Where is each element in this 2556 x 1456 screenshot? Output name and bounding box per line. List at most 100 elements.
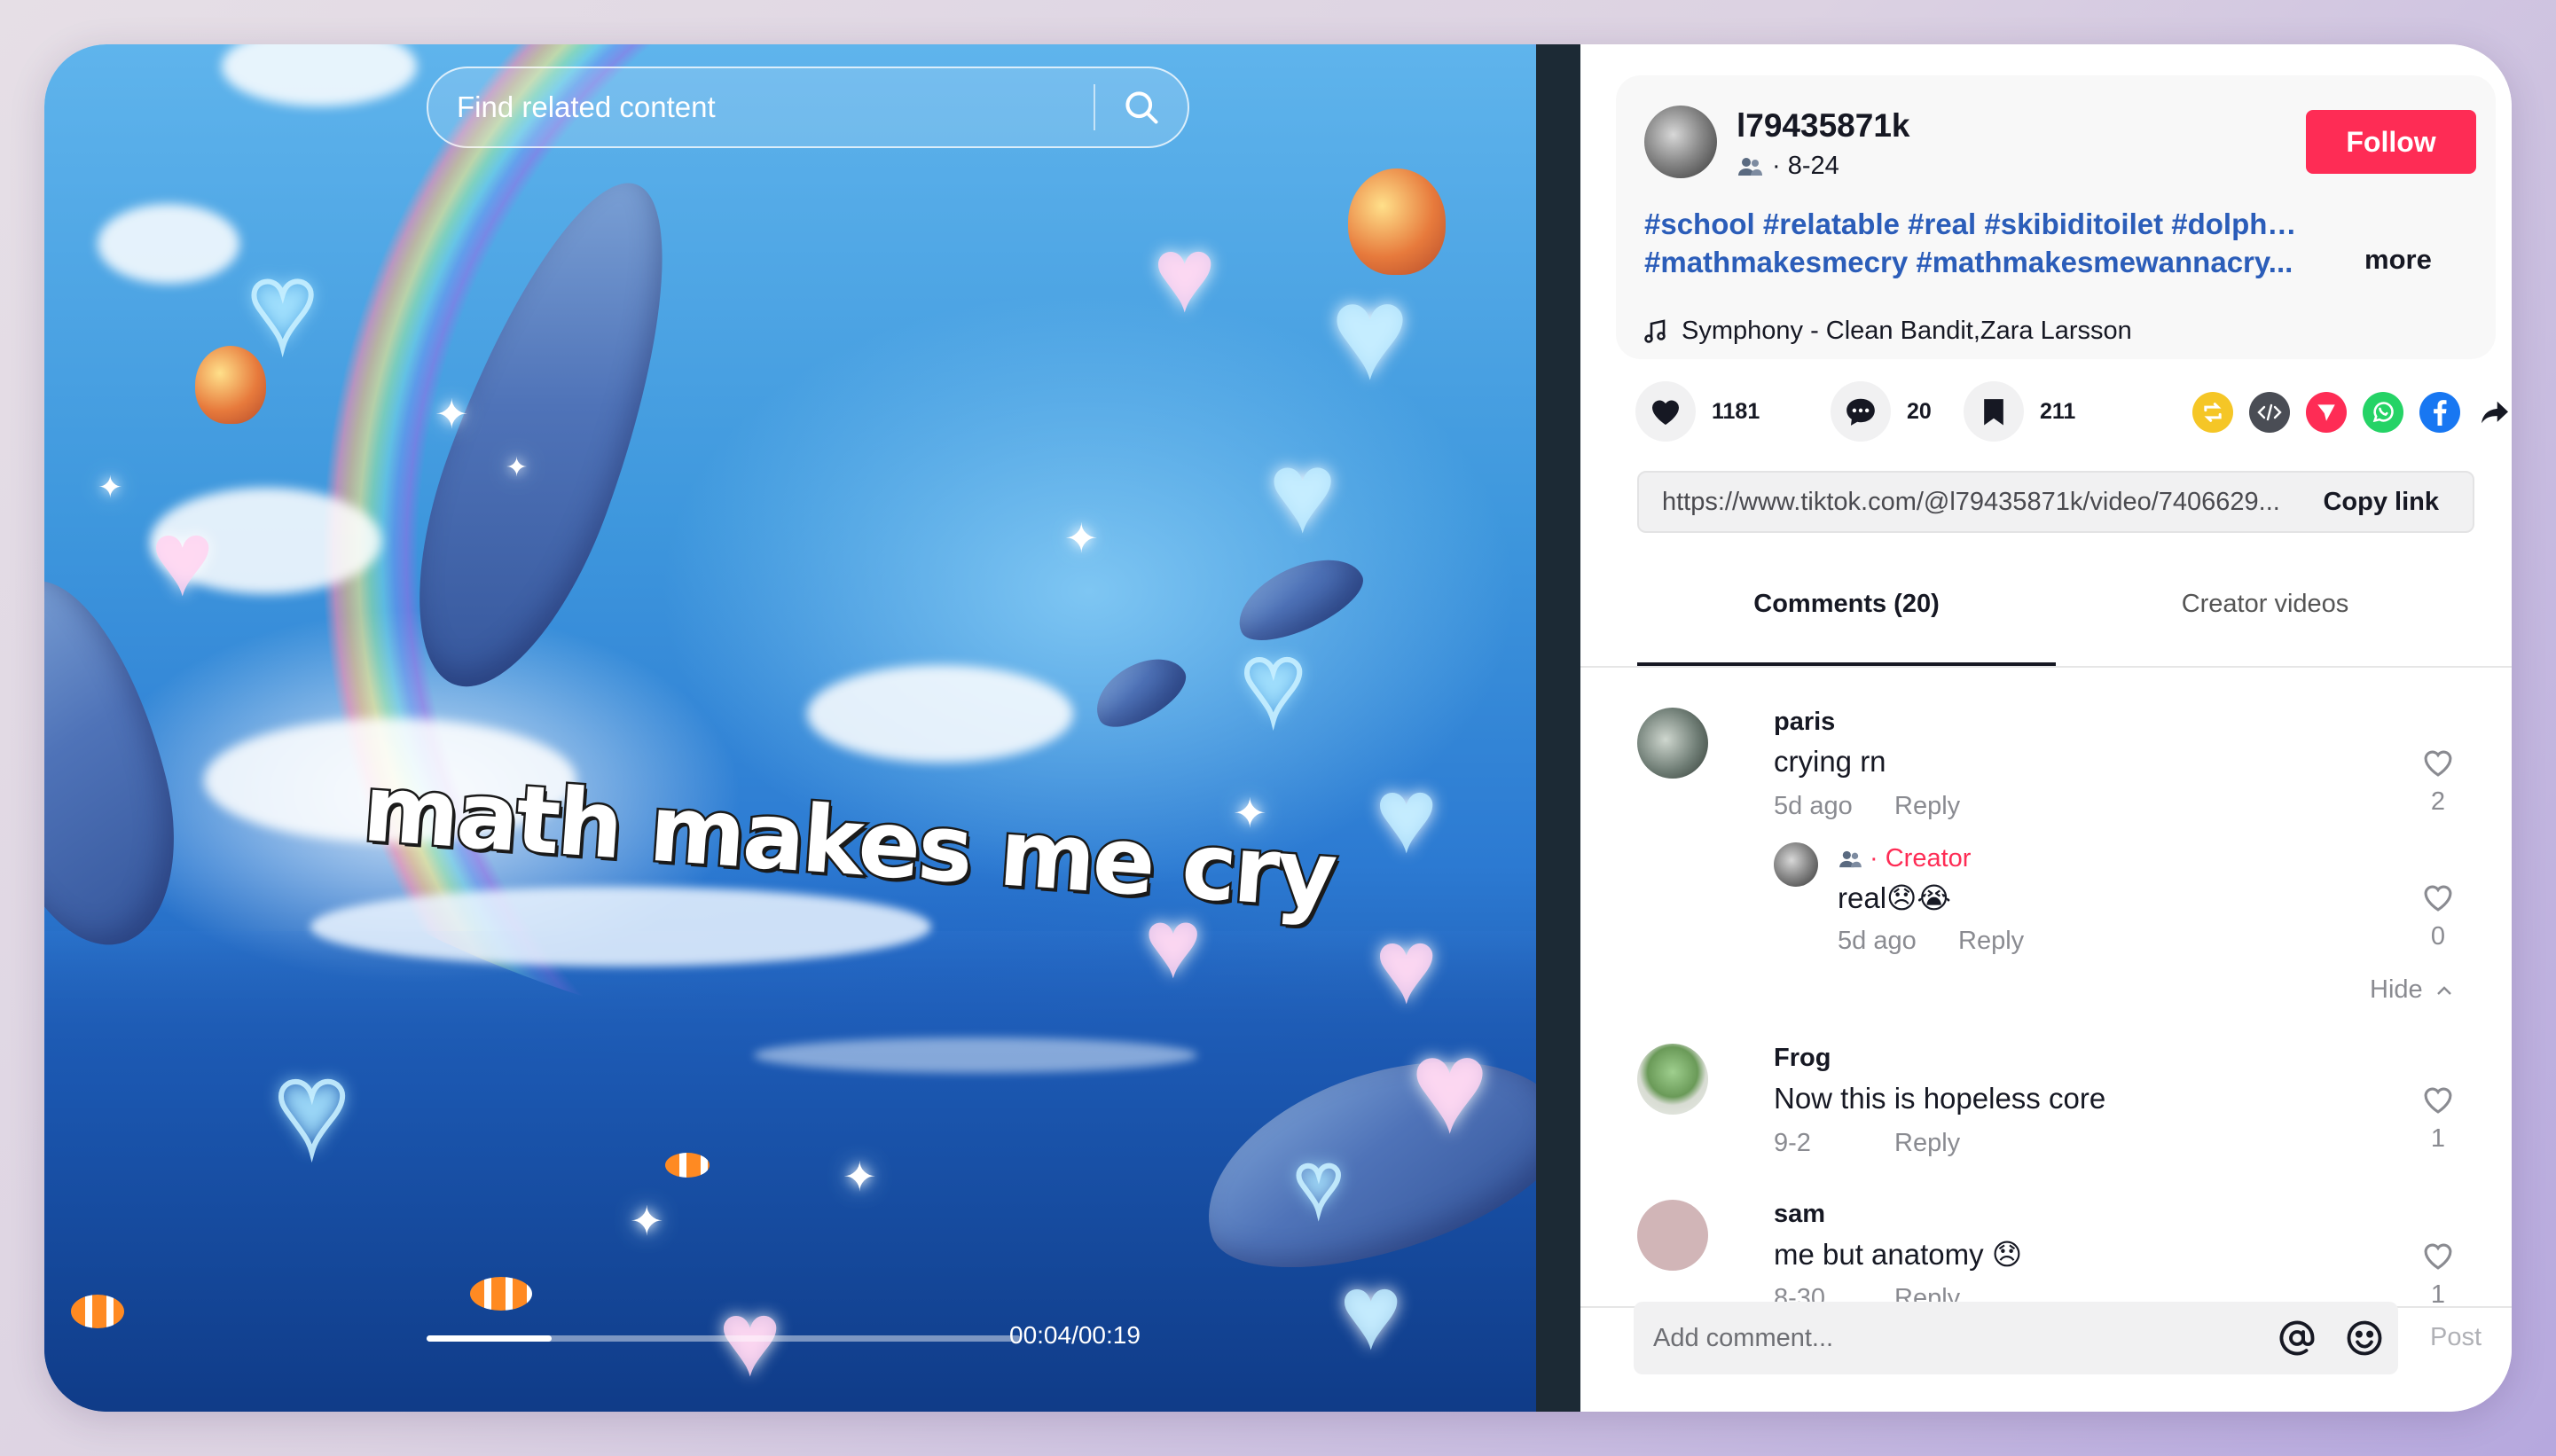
at-icon (2279, 1320, 2315, 1356)
search-input[interactable]: Find related content (428, 90, 1094, 124)
avatar[interactable] (1637, 1044, 1708, 1115)
wave-foam (754, 1037, 1197, 1073)
comment-like-button[interactable]: 1 (2416, 1084, 2460, 1154)
video-progress-fill (427, 1335, 552, 1342)
author-meta: · 8-24 (1737, 152, 1839, 181)
reply-button[interactable]: Reply (1958, 927, 2024, 956)
comment-like-count: 0 (2430, 922, 2446, 951)
comment-text: me but anatomy 😞 (1774, 1238, 2023, 1271)
sparkle-decoration: ✦ (506, 453, 529, 482)
video-time: 00:04/00:19 (1009, 1321, 1141, 1349)
friends-icon (1738, 157, 1762, 176)
video-url[interactable]: https://www.tiktok.com/@l79435871k/video… (1639, 488, 2287, 517)
save-button[interactable] (1964, 381, 2024, 442)
share-arrow-icon (2482, 401, 2508, 424)
sparkle-decoration: ✦ (435, 391, 469, 437)
video-info-card: l79435871k · 8-24 Follow #school #relata… (1616, 75, 2496, 359)
emoji-icon (2347, 1320, 2382, 1356)
heart-decoration: ♥ (151, 499, 215, 618)
heart-decoration: ♥ (1339, 1253, 1403, 1372)
hide-label[interactable]: Hide (2370, 975, 2423, 1005)
copy-link-button[interactable]: Copy link (2287, 488, 2473, 517)
avatar[interactable] (1774, 842, 1818, 887)
more-share-button[interactable] (2474, 392, 2512, 433)
hashtags-line[interactable]: #mathmakesmecry #mathmakesmewannacry... (1644, 243, 2301, 281)
heart-decoration: ♥ (1153, 215, 1217, 334)
related-search-bar[interactable]: Find related content (427, 67, 1189, 148)
video-progress-bar[interactable] (427, 1335, 1021, 1342)
heart-decoration: ♥ (1239, 623, 1307, 742)
comment-like-button[interactable]: 1 (2416, 1241, 2460, 1308)
comment-text: crying rn (1774, 745, 1886, 778)
music-title[interactable]: Symphony - Clean Bandit,Zara Larsson (1682, 317, 2132, 346)
active-tab-indicator (1637, 662, 2056, 666)
comment-author[interactable]: paris (1774, 708, 1835, 737)
comment-like-count: 1 (2430, 1280, 2446, 1308)
avatar[interactable] (1637, 1200, 1708, 1271)
comment-composer: Add comment... (1634, 1302, 2398, 1374)
search-button[interactable] (1095, 67, 1188, 148)
bookmark-icon (1984, 399, 2003, 426)
comment-author[interactable]: sam (1774, 1200, 1825, 1229)
cloud (807, 665, 1073, 763)
comment-time: 5d ago (1774, 792, 1853, 820)
heart-decoration: ♥ (246, 241, 319, 371)
embed-button[interactable] (2249, 392, 2290, 433)
reply-button[interactable]: Reply (1894, 792, 1960, 821)
music-link[interactable]: Symphony - Clean Bandit,Zara Larsson (1644, 317, 2132, 346)
tab-bar: Comments (20) Creator videos (1580, 563, 2512, 668)
save-action[interactable]: 211 (1964, 381, 2075, 442)
heart-outline-icon (2424, 1087, 2452, 1114)
comment-like-count: 1 (2430, 1124, 2446, 1153)
comment-count: 20 (1907, 398, 1932, 424)
like-button[interactable] (1635, 381, 1696, 442)
emoji-button[interactable] (2331, 1319, 2398, 1357)
comment-text: Now this is hopeless core (1774, 1082, 2106, 1115)
send-icon (2317, 404, 2335, 421)
embed-icon (2257, 403, 2282, 421)
comment-time: 9-2 (1774, 1129, 1811, 1157)
comment-like-button[interactable]: 0 (2416, 882, 2460, 951)
comment-button[interactable] (1831, 381, 1891, 442)
whatsapp-button[interactable] (2363, 392, 2403, 433)
facebook-button[interactable] (2419, 392, 2460, 433)
hashtags-line[interactable]: #school #relatable #real #skibiditoilet … (1644, 205, 2301, 243)
repost-button[interactable] (2192, 392, 2233, 433)
reply-author[interactable]: · Creator (1838, 844, 1971, 873)
follow-button[interactable]: Follow (2306, 110, 2476, 174)
repost-icon (2204, 403, 2222, 422)
more-button[interactable]: more (2364, 244, 2432, 276)
post-date: · 8-24 (1772, 152, 1839, 180)
tab-creator-videos[interactable]: Creator videos (2056, 590, 2474, 619)
author-username[interactable]: l79435871k (1737, 107, 1909, 145)
tab-comments[interactable]: Comments (20) (1637, 590, 2056, 619)
comment-input[interactable]: Add comment... (1634, 1324, 2263, 1353)
send-button[interactable] (2306, 392, 2347, 433)
comment-author[interactable]: Frog (1774, 1044, 1831, 1073)
heart-decoration: ♥ (1330, 258, 1410, 407)
heart-decoration: ♥ (272, 1038, 351, 1178)
chevron-up-icon (2436, 985, 2451, 995)
creator-badge: · Creator (1870, 844, 1972, 873)
avatar[interactable] (1637, 708, 1708, 779)
comments-list[interactable]: paris crying rn 5d ago Reply 2 · Creator… (1580, 669, 2512, 1308)
hide-replies-button[interactable]: Hide (2370, 975, 2453, 1005)
like-action[interactable]: 1181 (1635, 381, 1760, 442)
reply-button[interactable]: Reply (1894, 1129, 1960, 1158)
mention-button[interactable] (2263, 1319, 2331, 1357)
comment-action[interactable]: 20 (1831, 381, 1932, 442)
author-avatar[interactable] (1644, 106, 1717, 178)
post-button[interactable]: Post (2430, 1323, 2482, 1352)
comment-like-button[interactable]: 2 (2416, 748, 2460, 817)
action-bar: 1181 20 211 (1580, 381, 2512, 452)
save-count: 211 (2040, 398, 2076, 424)
video-player[interactable]: ♥ ♥ ♥ ♥ ♥ ♥ ♥ ♥ ♥ ♥ ♥ ♥ ♥ ♥ ✦ ✦ ✦ ✦ ✦ ✦ … (44, 44, 1536, 1412)
comment-like-count: 2 (2430, 787, 2446, 816)
video-hashtags[interactable]: #school #relatable #real #skibiditoilet … (1644, 205, 2301, 281)
heart-decoration: ♥ (1268, 427, 1337, 557)
friends-icon (1839, 850, 1862, 867)
link-box: https://www.tiktok.com/@l79435871k/video… (1637, 471, 2474, 533)
search-icon (1125, 91, 1158, 124)
video-edge-strip (1536, 44, 1580, 1412)
sparkle-decoration: ✦ (1064, 515, 1099, 561)
